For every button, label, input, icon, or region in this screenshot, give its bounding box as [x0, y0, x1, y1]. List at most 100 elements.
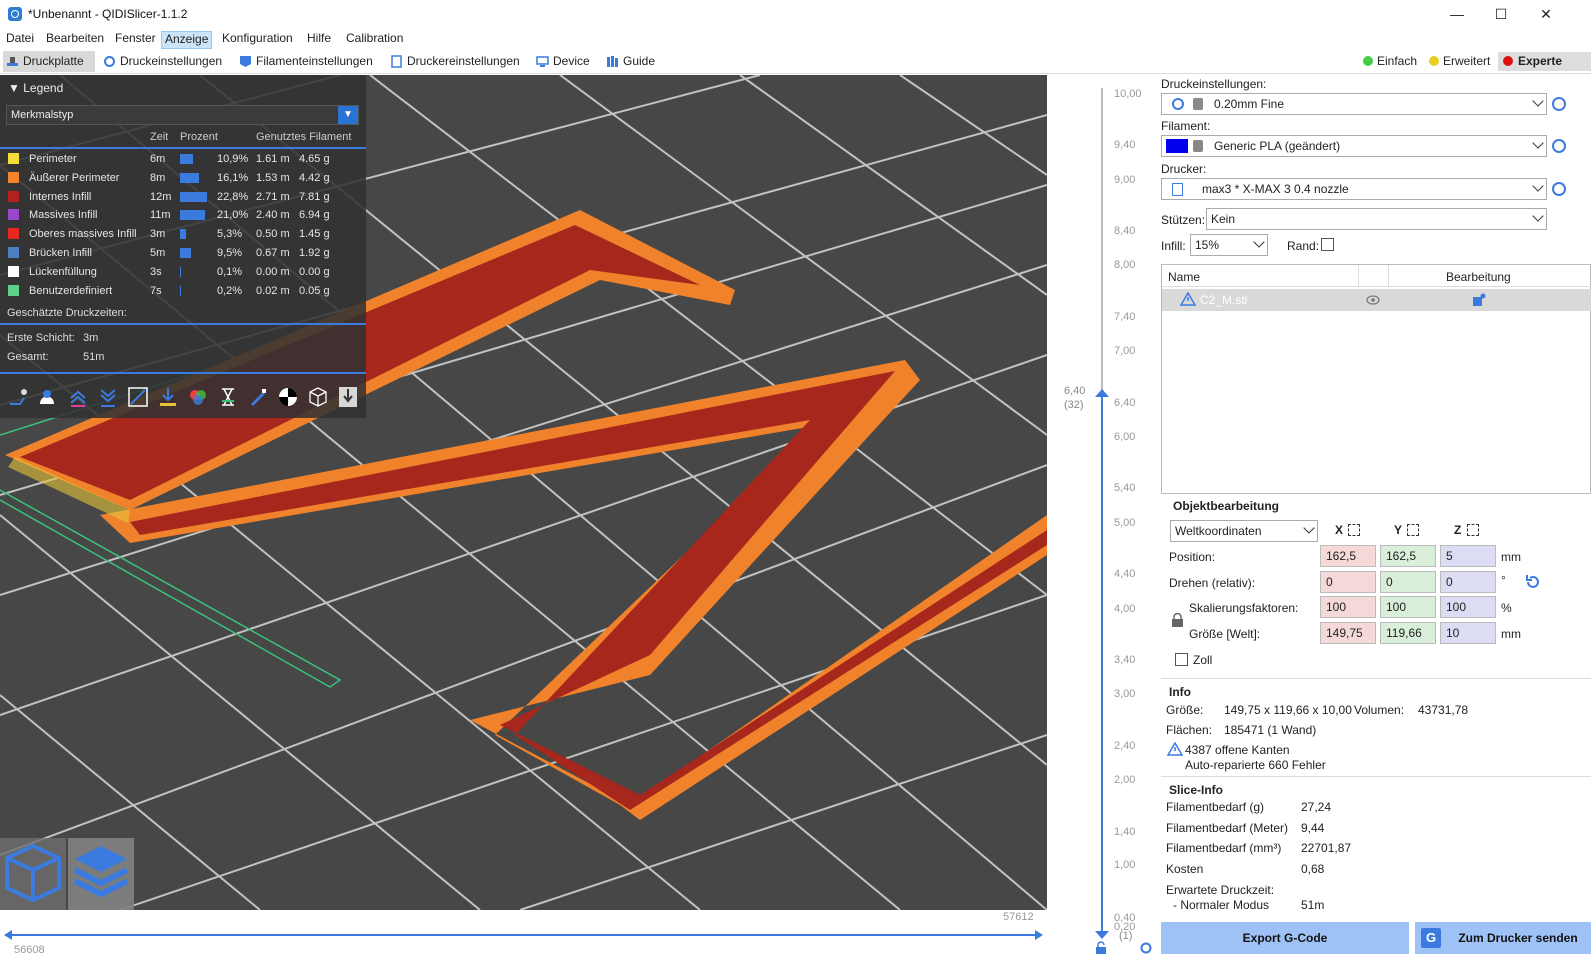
tab-druckeinstellungen[interactable]: Druckeinstellungen: [100, 51, 227, 72]
rotate-x-field[interactable]: 0: [1320, 571, 1376, 593]
hslider-right-thumb[interactable]: [1035, 930, 1043, 940]
mode-experte[interactable]: Experte: [1498, 52, 1591, 71]
size-y-field[interactable]: 119,66: [1380, 622, 1436, 644]
rotate-y-field[interactable]: 0: [1380, 571, 1436, 593]
close-button[interactable]: ✕: [1531, 4, 1561, 24]
size-x-field[interactable]: 149,75: [1320, 622, 1376, 644]
inch-checkbox[interactable]: [1175, 653, 1188, 666]
tab-druckereinstellungen[interactable]: Druckereinstellungen: [387, 51, 525, 72]
drop-to-bed-icon[interactable]: [1407, 524, 1419, 536]
chevron-down-icon: [1532, 95, 1544, 107]
chevron-down-icon[interactable]: ▼: [338, 106, 358, 124]
tab-druckplatte[interactable]: Druckplatte: [3, 51, 95, 72]
size-z-field[interactable]: 10: [1440, 622, 1496, 644]
export-gcode-button[interactable]: Export G-Code: [1161, 922, 1409, 954]
divider: [0, 323, 366, 325]
print-settings-combo[interactable]: 0.20mm Fine: [1161, 93, 1547, 115]
shells-icon[interactable]: [307, 386, 329, 408]
vslider-tick: 5,00: [1114, 517, 1136, 529]
legend-row[interactable]: Oberes massives Infill 3m 5,3% 0.50 m 1.45 g: [0, 225, 366, 243]
lock-icon[interactable]: [1171, 613, 1184, 628]
custom-gcode-icon[interactable]: [247, 386, 269, 408]
chevron-down-icon: [1253, 236, 1265, 248]
position-z-field[interactable]: 5: [1440, 545, 1496, 567]
menu-datei[interactable]: Datei: [3, 31, 37, 49]
view-type-select[interactable]: Merkmalstyp ▼: [6, 105, 359, 125]
reset-rotation-icon[interactable]: [1524, 573, 1542, 591]
legend-row[interactable]: Lückenfüllung 3s 0,1% 0.00 m 0.00 g: [0, 263, 366, 281]
vertical-slider[interactable]: 10,00 9,40 9,00 8,40 8,00 7,40 7,00 6,40 6,00 5,4…: [1047, 75, 1157, 971]
send-to-printer-button[interactable]: G Zum Drucker senden: [1415, 922, 1591, 954]
minimize-button[interactable]: —: [1442, 4, 1472, 24]
preview-button[interactable]: [68, 838, 134, 910]
menu-konfiguration[interactable]: Konfiguration: [219, 31, 296, 49]
menu-fenster[interactable]: Fenster: [112, 31, 159, 49]
brim-checkbox[interactable]: [1321, 238, 1334, 251]
position-y-field[interactable]: 162,5: [1380, 545, 1436, 567]
gear-icon[interactable]: [1139, 941, 1153, 955]
drop-to-bed-icon[interactable]: [1467, 524, 1479, 536]
maximize-button[interactable]: ☐: [1486, 4, 1516, 24]
legend-header[interactable]: ▼ Legend: [8, 81, 63, 95]
tool-marker-icon[interactable]: [337, 386, 359, 408]
legend-length: 0.02 m: [256, 284, 290, 297]
tab-guide[interactable]: Guide: [603, 51, 660, 72]
info-size-label: Größe:: [1166, 703, 1204, 717]
coordinates-combo[interactable]: Weltkoordinaten: [1170, 520, 1318, 542]
tool-changes-icon[interactable]: [157, 386, 179, 408]
warning-icon: [1180, 292, 1196, 306]
position-x-field[interactable]: 162,5: [1320, 545, 1376, 567]
3d-view-button[interactable]: [0, 838, 66, 910]
eye-icon[interactable]: [1366, 295, 1380, 305]
vslider-top-thumb[interactable]: [1095, 389, 1109, 397]
deretractions-icon[interactable]: [97, 386, 119, 408]
mode-einfach[interactable]: Einfach: [1363, 54, 1417, 68]
divider: [0, 147, 366, 149]
edit-icon[interactable]: [1472, 293, 1486, 307]
menu-hilfe[interactable]: Hilfe: [304, 31, 334, 49]
scale-x-field[interactable]: 100: [1320, 596, 1376, 618]
legend-row[interactable]: Benutzerdefiniert 7s 0,2% 0.02 m 0.05 g: [0, 282, 366, 300]
scale-z-field[interactable]: 100: [1440, 596, 1496, 618]
lock-icon[interactable]: [1094, 941, 1108, 955]
printer-combo[interactable]: max3 * X-MAX 3 0.4 nozzle: [1161, 178, 1547, 200]
wipe-icon[interactable]: [36, 386, 58, 408]
vslider-tick: 10,00: [1114, 88, 1142, 100]
filament-combo[interactable]: Generic PLA (geändert): [1161, 135, 1547, 157]
menu-bearbeiten[interactable]: Bearbeiten: [43, 31, 107, 49]
legend-row[interactable]: Perimeter 6m 10,9% 1.61 m 4.65 g: [0, 150, 366, 168]
gear-icon[interactable]: [1552, 182, 1566, 196]
center-of-gravity-icon[interactable]: [277, 386, 299, 408]
retractions-icon[interactable]: [67, 386, 89, 408]
list-item[interactable]: C2_M.stl: [1162, 289, 1591, 311]
rotate-z-field[interactable]: 0: [1440, 571, 1496, 593]
vslider-bottom-thumb[interactable]: [1095, 931, 1109, 939]
scale-y-field[interactable]: 100: [1380, 596, 1436, 618]
pause-icon[interactable]: [217, 386, 239, 408]
legend-row[interactable]: Internes Infill 12m 22,8% 2.71 m 7.81 g: [0, 188, 366, 206]
size-label: Größe [Welt]:: [1189, 627, 1261, 641]
legend-row[interactable]: Äußerer Perimeter 8m 16,1% 1.53 m 4.42 g: [0, 169, 366, 187]
tab-filamenteinstellungen[interactable]: Filamenteinstellungen: [236, 51, 378, 72]
plater-icon: [7, 57, 18, 66]
object-list[interactable]: Name Bearbeitung C2_M.stl: [1161, 264, 1591, 494]
supports-combo[interactable]: Kein: [1206, 208, 1547, 230]
legend-time: 3m: [150, 228, 166, 241]
color-changes-icon[interactable]: [187, 386, 209, 408]
drop-to-bed-icon[interactable]: [1348, 524, 1360, 536]
mode-erweitert[interactable]: Erweitert: [1429, 54, 1490, 68]
menu-anzeige[interactable]: Anzeige: [161, 31, 213, 49]
tab-device[interactable]: Device: [533, 51, 595, 72]
layers-icon: [73, 846, 129, 898]
menu-calibration[interactable]: Calibration: [343, 31, 406, 49]
infill-combo[interactable]: 15%: [1190, 234, 1268, 256]
hslider-left-thumb[interactable]: [4, 930, 12, 940]
gear-icon[interactable]: [1552, 139, 1566, 153]
travel-icon[interactable]: [7, 386, 29, 408]
horizontal-slider[interactable]: 57612 56608: [0, 910, 1047, 971]
legend-row[interactable]: Brücken Infill 5m 9,5% 0.67 m 1.92 g: [0, 244, 366, 262]
vslider-tick: 8,40: [1114, 225, 1136, 237]
seams-icon[interactable]: [127, 386, 149, 408]
gear-icon[interactable]: [1552, 97, 1566, 111]
legend-row[interactable]: Massives Infill 11m 21,0% 2.40 m 6.94 g: [0, 206, 366, 224]
